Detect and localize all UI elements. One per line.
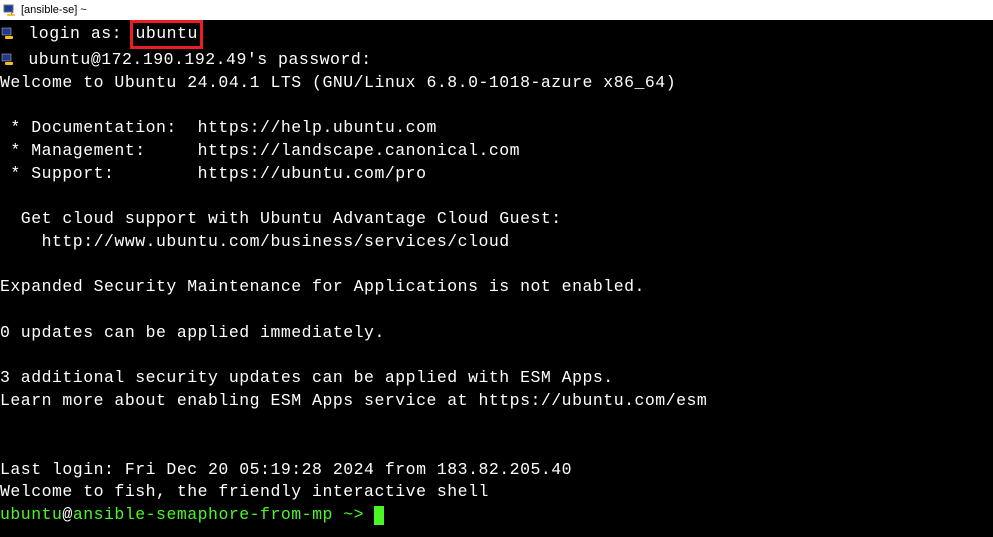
motd-esm-notice: Expanded Security Maintenance for Applic… bbox=[0, 276, 993, 299]
prompt-host: ansible-semaphore-from-mp ~> bbox=[73, 504, 375, 527]
login-prompt-label: login as: bbox=[28, 23, 132, 46]
motd-link-mgmt: * Management: https://landscape.canonica… bbox=[0, 140, 993, 163]
terminal-session-icon bbox=[0, 26, 18, 42]
window-title: [ansible-se] ~ bbox=[21, 4, 87, 16]
motd-link-doc: * Documentation: https://help.ubuntu.com bbox=[0, 117, 993, 140]
terminal-cursor bbox=[374, 506, 384, 525]
motd-last-login: Last login: Fri Dec 20 05:19:28 2024 fro… bbox=[0, 459, 993, 482]
terminal-output[interactable]: login as: ubuntu ubuntu@172.190.192.49's… bbox=[0, 20, 993, 537]
motd-updates: 0 updates can be applied immediately. bbox=[0, 322, 993, 345]
terminal-session-icon bbox=[0, 52, 18, 68]
prompt-at: @ bbox=[62, 504, 72, 527]
motd-welcome: Welcome to Ubuntu 24.04.1 LTS (GNU/Linux… bbox=[0, 72, 993, 95]
motd-cloud-2: http://www.ubuntu.com/business/services/… bbox=[0, 231, 993, 254]
prompt-user: ubuntu bbox=[0, 504, 62, 527]
window-title-bar: [ansible-se] ~ bbox=[0, 0, 993, 20]
username-highlight: ubuntu bbox=[130, 20, 202, 49]
putty-icon bbox=[2, 2, 18, 18]
motd-esm-1: 3 additional security updates can be app… bbox=[0, 367, 993, 390]
motd-link-support: * Support: https://ubuntu.com/pro bbox=[0, 163, 993, 186]
login-username: ubuntu bbox=[135, 24, 197, 43]
fish-welcome: Welcome to fish, the friendly interactiv… bbox=[0, 481, 993, 504]
password-prompt: ubuntu@172.190.192.49's password: bbox=[28, 49, 371, 72]
motd-esm-2: Learn more about enabling ESM Apps servi… bbox=[0, 390, 993, 413]
motd-cloud-1: Get cloud support with Ubuntu Advantage … bbox=[0, 208, 993, 231]
shell-prompt-line: ubuntu@ansible-semaphore-from-mp ~> bbox=[0, 504, 993, 527]
